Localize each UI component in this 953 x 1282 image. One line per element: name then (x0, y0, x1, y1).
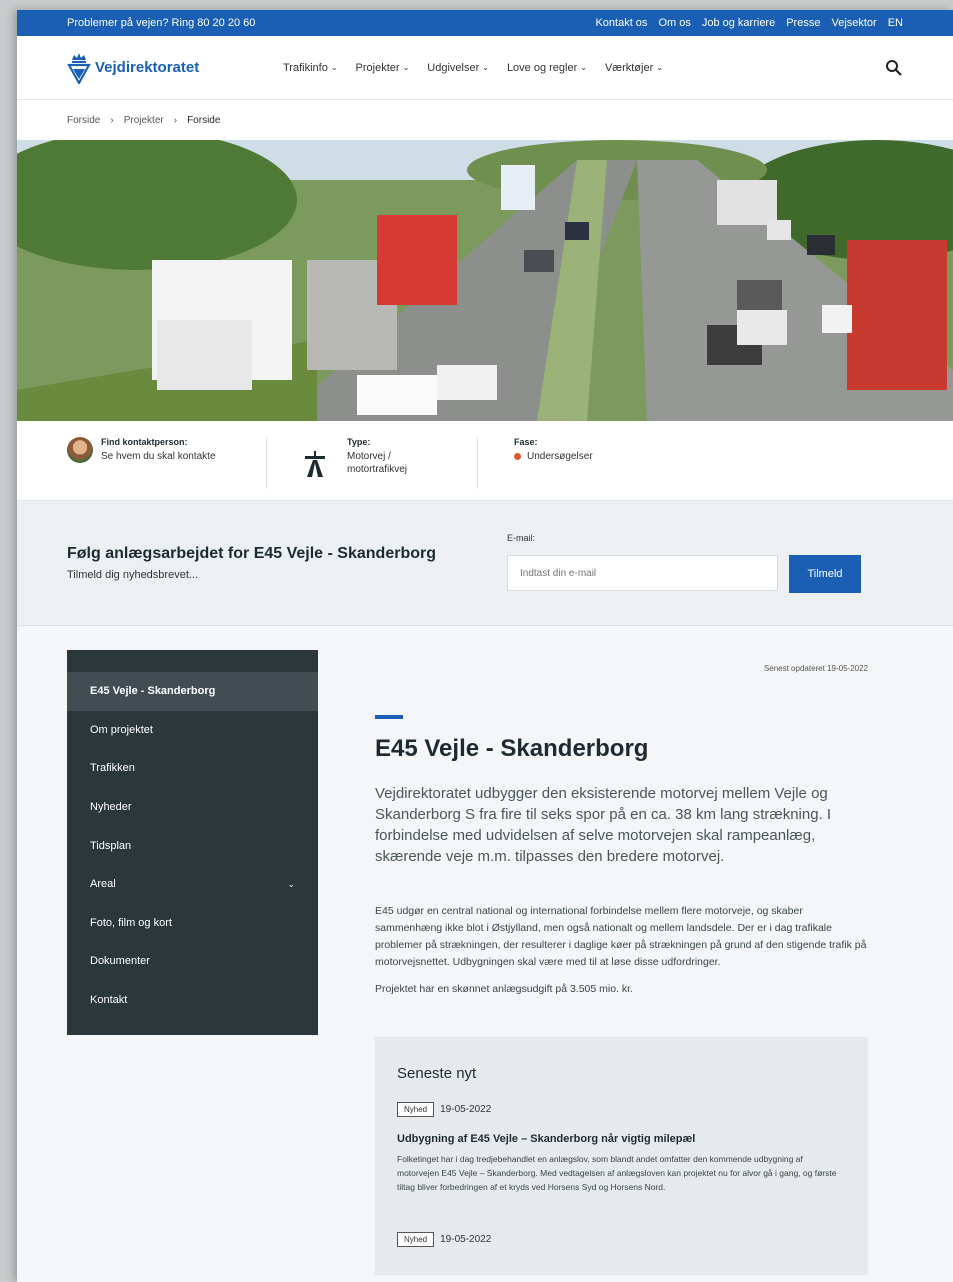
news-heading: Seneste nyt (397, 1065, 477, 1082)
sidebar-item-label: Om projektet (90, 723, 153, 736)
hero-image (17, 140, 953, 421)
breadcrumb-current: Forside (187, 114, 221, 126)
news-item[interactable]: Nyhed 19-05-2022 (397, 1232, 846, 1247)
sidebar-item-label: Tidsplan (90, 839, 132, 852)
news-date: 19-05-2022 (440, 1104, 492, 1115)
phase-label: Fase: (514, 437, 538, 447)
browser-frame: Problemer på vejen? Ring 80 20 20 60 Kon… (17, 10, 953, 1282)
body-paragraph: E45 udgør en central national og interna… (375, 905, 867, 968)
top-links: Kontakt os Om os Job og karriere Presse … (595, 17, 903, 29)
subscribe-button[interactable]: Tilmeld (789, 555, 861, 593)
logo[interactable]: Vejdirektoratet (67, 52, 283, 84)
nav-label: Udgivelser (427, 61, 480, 74)
chevron-down-icon[interactable]: ⌄ (287, 879, 295, 890)
main-nav: Trafikinfo ⌄ Projekter ⌄ Udgivelser ⌄ Love … (283, 62, 663, 74)
phase-status-dot (514, 452, 521, 460)
signup-title: Følg anlægsarbejdet for E45 Vejle - Skan… (67, 545, 436, 562)
project-type: Type: Motorvej / motortrafikvej (303, 437, 429, 477)
crown-shield-icon (67, 52, 91, 84)
sidebar-item-dokumenter[interactable]: Dokumenter (67, 942, 318, 981)
project-sidebar: E45 Vejle - Skanderborg Om projektet Tra… (67, 650, 318, 1036)
nav-label: Trafikinfo (283, 61, 328, 74)
news-title[interactable]: Udbygning af E45 Vejle – Skanderborg når… (397, 1133, 846, 1145)
breadcrumb-item[interactable]: Forside (67, 115, 100, 126)
breadcrumb-item[interactable]: Projekter (124, 115, 164, 126)
newsletter-signup: Følg anlægsarbejdet for E45 Vejle - Skan… (17, 501, 953, 626)
search-icon[interactable] (885, 59, 903, 77)
sidebar-item-foto[interactable]: Foto, film og kort (67, 904, 318, 943)
divider (477, 437, 478, 489)
breadcrumb-separator-icon: › (173, 114, 178, 126)
nav-item-love-og-regler[interactable]: Love og regler ⌄ (507, 62, 587, 74)
motorway-icon (305, 451, 325, 477)
contact-person[interactable]: Find kontaktperson: Se hvem du skal kont… (67, 437, 218, 463)
sidebar-item-label: Kontakt (90, 994, 128, 1007)
logo-text: Vejdirektoratet (95, 59, 200, 76)
sidebar-item-areal[interactable]: Areal ⌄ (67, 865, 318, 904)
last-updated: Senest opdateret 19-05-2022 (763, 664, 868, 673)
sidebar-item-om-projektet[interactable]: Om projektet (67, 711, 318, 750)
project-info-strip: Find kontaktperson: Se hvem du skal kont… (17, 421, 953, 501)
sidebar-item-label: Nyheder (90, 801, 132, 814)
sidebar-item-tidsplan[interactable]: Tidsplan (67, 826, 318, 865)
nav-item-vaerktoejer[interactable]: Værktøjer ⌄ (605, 62, 663, 74)
sidebar-item-label: Trafikken (90, 762, 135, 775)
nav-item-trafikinfo[interactable]: Trafikinfo ⌄ (283, 62, 338, 74)
link-about[interactable]: Om os (658, 17, 690, 29)
hotline-text: Problemer på vejen? Ring 80 20 20 60 (67, 17, 256, 29)
sidebar-item-label: Areal (90, 878, 116, 891)
link-jobs[interactable]: Job og karriere (702, 17, 775, 29)
page-title: E45 Vejle - Skanderborg (375, 735, 649, 762)
type-label: Type: (347, 437, 371, 447)
chevron-down-icon: ⌄ (330, 63, 338, 72)
sidebar-item-label: Foto, film og kort (90, 916, 172, 929)
latest-news: Seneste nyt Nyhed 19-05-2022 Udbygning a… (375, 1037, 868, 1275)
chevron-down-icon: ⌄ (580, 63, 587, 72)
email-label: E-mail: (507, 533, 536, 543)
email-field[interactable] (507, 555, 778, 591)
type-value: Motorvej / motortrafikvej (347, 451, 408, 475)
site-header: Vejdirektoratet Trafikinfo ⌄ Projekter ⌄ U… (17, 36, 953, 100)
contact-label: Find kontaktperson: (101, 437, 188, 447)
sidebar-item-trafikken[interactable]: Trafikken (67, 749, 318, 788)
nav-label: Love og regler (506, 61, 578, 74)
link-sector[interactable]: Vejsektor (831, 17, 876, 29)
signup-form: E-mail: Tilmeld (507, 533, 861, 593)
sidebar-item-e45[interactable]: E45 Vejle - Skanderborg (67, 672, 318, 711)
nav-label: Projekter (355, 61, 400, 74)
cost-paragraph: Projektet har en skønnet anlægsudgift på… (375, 983, 633, 995)
contact-link[interactable]: Se hvem du skal kontakte (101, 450, 216, 463)
chevron-down-icon: ⌄ (402, 63, 410, 72)
news-tag: Nyhed (397, 1102, 435, 1117)
top-bar: Problemer på vejen? Ring 80 20 20 60 Kon… (17, 10, 953, 36)
phase-value: Undersøgelser (527, 451, 593, 462)
nav-item-projekter[interactable]: Projekter ⌄ (356, 62, 410, 74)
link-english[interactable]: EN (888, 17, 903, 29)
nav-item-udgivelser[interactable]: Udgivelser ⌄ (427, 62, 489, 74)
sidebar-item-label: Dokumenter (90, 955, 150, 968)
breadcrumb: Forside › Projekter › Forside (17, 100, 953, 140)
project-phase: Fase: Undersøgelser (514, 437, 593, 463)
signup-subtitle: Tilmeld dig nyhedsbrevet... (67, 569, 199, 581)
link-contact[interactable]: Kontakt os (595, 17, 647, 29)
link-press[interactable]: Presse (786, 17, 820, 29)
news-date: 19-05-2022 (440, 1234, 492, 1245)
news-item[interactable]: Nyhed 19-05-2022 Udbygning af E45 Vejle … (397, 1102, 846, 1194)
main-article: Senest opdateret 19-05-2022 E45 Vejle - … (375, 650, 868, 1282)
news-excerpt: Folketinget har i dag tredjebehandlet en… (397, 1154, 837, 1192)
sidebar-item-kontakt[interactable]: Kontakt (67, 981, 318, 1020)
chevron-down-icon: ⌄ (656, 63, 663, 72)
title-accent-bar (375, 715, 403, 719)
avatar (67, 437, 93, 463)
news-tag: Nyhed (397, 1232, 435, 1247)
chevron-down-icon: ⌄ (482, 63, 489, 72)
breadcrumb-separator-icon: › (110, 114, 114, 126)
lead-paragraph: Vejdirektoratet udbygger den eksisterend… (375, 785, 832, 865)
sidebar-item-label: E45 Vejle - Skanderborg (90, 685, 216, 698)
highway-photo (17, 140, 953, 421)
nav-label: Værktøjer (604, 61, 654, 74)
divider (266, 437, 267, 489)
page-content: E45 Vejle - Skanderborg Om projektet Tra… (17, 626, 953, 1282)
sidebar-item-nyheder[interactable]: Nyheder (67, 788, 318, 827)
